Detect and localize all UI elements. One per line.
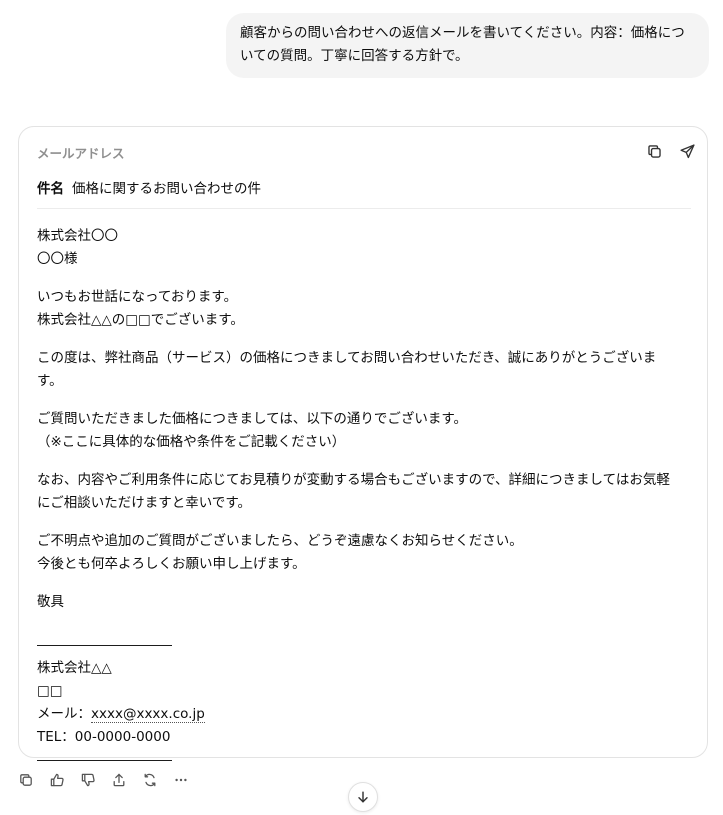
recipient-block: 株式会社〇〇 〇〇様 xyxy=(37,225,677,271)
recipient-company: 株式会社〇〇 xyxy=(37,228,118,244)
answer-line: ご質問いただきました価格につきましては、以下の通りでございます。 xyxy=(37,411,467,427)
closing-line-2: 今後とも何卒よろしくお願い申し上げます。 xyxy=(37,556,306,572)
answer-block: ご質問いただきました価格につきましては、以下の通りでございます。 （※ここに具体… xyxy=(37,408,677,454)
subject-row: 件名 価格に関するお問い合わせの件 xyxy=(37,177,261,197)
signature-divider-bottom: ―――――――――― xyxy=(37,752,172,768)
email-draft-card: メールアドレス 件名 価格に関するお問い合わせの件 株式会社〇〇 〇〇様 いつも… xyxy=(18,126,708,768)
sender-intro: 株式会社△△の□□でございます。 xyxy=(37,312,244,328)
sign-off: 敬具 xyxy=(37,594,64,610)
signature-company: 株式会社△△ xyxy=(37,660,112,676)
signature-divider-top: ―――――――――― xyxy=(37,637,172,653)
email-address-label: メールアドレス xyxy=(37,146,125,161)
signature-tel: TEL：00-0000-0000 xyxy=(37,729,171,745)
signature-email-label: メール： xyxy=(37,706,91,722)
signature-email: メール：xxxx@xxxx.co.jp xyxy=(37,703,677,726)
note-paragraph: なお、内容やご利用条件に応じてお見積りが変動する場合もございますので、詳細につき… xyxy=(37,472,670,511)
scroll-to-bottom-button[interactable] xyxy=(348,782,378,812)
greeting-line: いつもお世話になっております。 xyxy=(37,289,238,305)
chat-page: 顧客からの問い合わせへの返信メールを書いてください。内容：価格についての質問。丁… xyxy=(0,0,723,815)
thanks-paragraph: この度は、弊社商品（サービス）の価格につきましてお問い合わせいただき、誠にありが… xyxy=(37,350,657,389)
copy-icon[interactable] xyxy=(16,770,36,790)
signature-name: □□ xyxy=(37,683,63,699)
send-icon[interactable] xyxy=(677,141,697,161)
thumbs-down-icon[interactable] xyxy=(78,770,98,790)
regenerate-icon[interactable] xyxy=(140,770,160,790)
share-icon[interactable] xyxy=(109,770,129,790)
copy-icon[interactable] xyxy=(644,141,664,161)
more-icon[interactable] xyxy=(171,770,191,790)
signature-block: ―――――――――― 株式会社△△ □□ メール：xxxx@xxxx.co.jp… xyxy=(37,634,677,772)
signature-email-link[interactable]: xxxx@xxxx.co.jp xyxy=(91,706,205,723)
email-body: 株式会社〇〇 〇〇様 いつもお世話になっております。 株式会社△△の□□でござい… xyxy=(37,225,677,787)
subject-value: 価格に関するお問い合わせの件 xyxy=(72,181,261,197)
user-message-text: 顧客からの問い合わせへの返信メールを書いてください。内容：価格についての質問。丁… xyxy=(240,25,685,64)
thumbs-up-icon[interactable] xyxy=(47,770,67,790)
answer-placeholder: （※ここに具体的な価格や条件をご記載ください） xyxy=(37,434,346,450)
divider xyxy=(37,208,691,209)
card-actions xyxy=(644,141,697,161)
message-actions xyxy=(16,770,191,790)
greeting-block: いつもお世話になっております。 株式会社△△の□□でございます。 xyxy=(37,286,677,332)
user-message-bubble: 顧客からの問い合わせへの返信メールを書いてください。内容：価格についての質問。丁… xyxy=(226,13,709,78)
closing-block: ご不明点や追加のご質問がございましたら、どうぞ遠慮なくお知らせください。 今後と… xyxy=(37,530,677,576)
subject-label: 件名 xyxy=(37,181,64,197)
recipient-name: 〇〇様 xyxy=(37,251,78,267)
arrow-down-icon xyxy=(358,791,368,803)
closing-line-1: ご不明点や追加のご質問がございましたら、どうぞ遠慮なくお知らせください。 xyxy=(37,533,523,549)
